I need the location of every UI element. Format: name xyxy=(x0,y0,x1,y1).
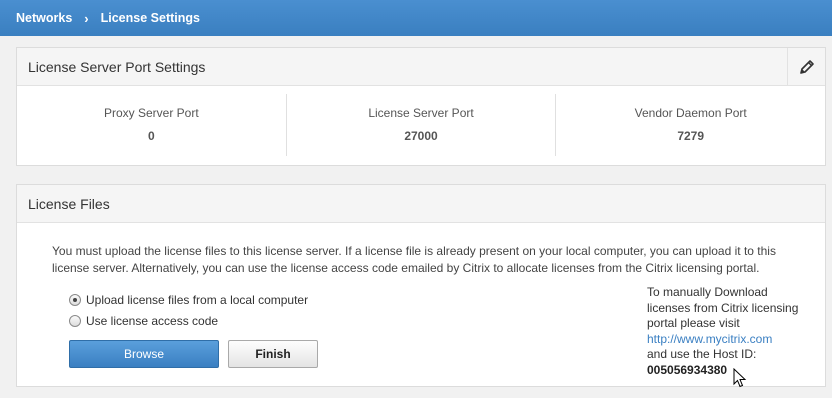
port-label: Vendor Daemon Port xyxy=(634,106,747,120)
manual-download-text: To manually Download licenses from Citri… xyxy=(647,285,799,330)
port-values: Proxy Server Port 0 License Server Port … xyxy=(17,86,825,166)
port-settings-panel: License Server Port Settings Proxy Serve… xyxy=(16,47,826,166)
browse-button[interactable]: Browse xyxy=(69,340,219,368)
mycitrix-link[interactable]: http://www.mycitrix.com xyxy=(647,332,807,348)
radio-checked-icon[interactable] xyxy=(69,294,81,306)
port-label: Proxy Server Port xyxy=(103,106,199,120)
edit-port-settings-button[interactable] xyxy=(787,48,825,86)
license-files-title: License Files xyxy=(28,195,110,212)
license-files-body: You must upload the license files to thi… xyxy=(17,223,825,387)
upload-local-option[interactable]: Upload license files from a local comput… xyxy=(69,293,308,307)
port-value: 27000 xyxy=(404,129,438,143)
mouse-pointer-icon xyxy=(733,368,747,388)
license-server-port: License Server Port 27000 xyxy=(287,86,556,166)
breadcrumb-separator-icon: › xyxy=(84,10,89,26)
breadcrumb: Networks › License Settings xyxy=(0,0,832,36)
port-settings-title: License Server Port Settings xyxy=(28,58,206,75)
license-files-description: You must upload the license files to thi… xyxy=(52,244,776,275)
breadcrumb-networks-link[interactable]: Networks xyxy=(16,11,72,25)
host-id-text: and use the Host ID: xyxy=(647,347,757,361)
upload-local-label[interactable]: Upload license files from a local comput… xyxy=(86,293,308,307)
access-code-option[interactable]: Use license access code xyxy=(69,314,218,328)
proxy-server-port: Proxy Server Port 0 xyxy=(17,86,286,166)
pencil-icon xyxy=(799,60,814,74)
license-files-header: License Files xyxy=(17,185,825,223)
port-label: License Server Port xyxy=(368,106,474,120)
access-code-label[interactable]: Use license access code xyxy=(86,314,218,328)
finish-button[interactable]: Finish xyxy=(228,340,318,368)
port-value: 7279 xyxy=(677,129,705,143)
port-settings-header: License Server Port Settings xyxy=(17,48,825,86)
port-value: 0 xyxy=(147,129,155,143)
host-id-value: 005056934380 xyxy=(647,362,728,377)
radio-unchecked-icon[interactable] xyxy=(69,315,81,327)
manual-download-info: To manually Download licenses from Citri… xyxy=(647,285,807,378)
license-files-panel: License Files You must upload the licens… xyxy=(16,184,826,387)
vendor-daemon-port: Vendor Daemon Port 7279 xyxy=(556,86,825,166)
page-title: License Settings xyxy=(100,11,200,25)
